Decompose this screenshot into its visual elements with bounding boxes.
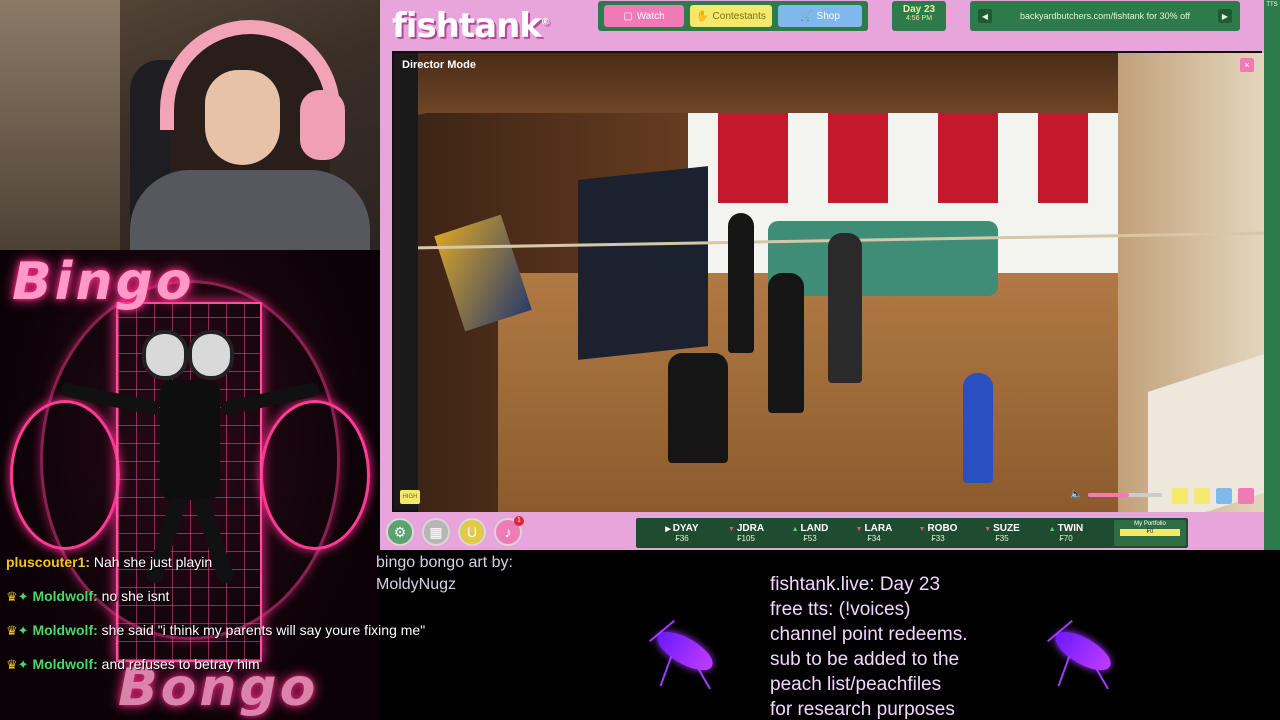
- stream-layout: Bingo Bongo fishtank® ▢ Watch ✋ Contesta…: [0, 0, 1280, 720]
- contestants-button[interactable]: ✋ Contestants: [690, 5, 772, 27]
- livestream-video[interactable]: [418, 53, 1264, 512]
- hand-icon: ✋: [696, 10, 709, 22]
- tool-buttons: ⚙ ▦ U ♪ 1: [386, 516, 524, 546]
- ticker-item[interactable]: DYAY₣36: [650, 523, 714, 543]
- chat-username: Moldwolf:: [32, 622, 98, 638]
- sparkle-icon: ✦: [17, 623, 29, 638]
- chat-username: pluscouter1:: [6, 554, 91, 570]
- bell-icon[interactable]: ♪ 1: [494, 516, 524, 546]
- fishtank-logo[interactable]: fishtank®: [392, 6, 550, 46]
- clip-icon[interactable]: [1172, 488, 1188, 504]
- webcam-background: [0, 0, 120, 250]
- day-counter: Day 23 4:56 PM: [892, 1, 946, 31]
- items-icon[interactable]: ▦: [422, 518, 450, 546]
- cockroach-icon: [1034, 610, 1130, 690]
- theater-icon[interactable]: [1238, 488, 1254, 504]
- ticker-item[interactable]: ROBO₣33: [906, 523, 970, 543]
- watch-button[interactable]: ▢ Watch: [604, 5, 684, 27]
- main-nav: ▢ Watch ✋ Contestants 🛒 Shop: [598, 1, 868, 31]
- ticker-item[interactable]: JDRA₣105: [714, 523, 778, 543]
- magnet-icon[interactable]: U: [458, 518, 486, 546]
- ticker-item[interactable]: TWIN₣70: [1034, 523, 1098, 543]
- crown-icon: ♛: [6, 589, 18, 604]
- art-credit: bingo bongo art by: MoldyNugz: [376, 554, 513, 593]
- fullscreen-icon[interactable]: [1216, 488, 1232, 504]
- bingo-title: Bingo: [12, 252, 195, 312]
- chat-text: no she isnt: [101, 588, 170, 604]
- chat-text: she said "i think my parents will say yo…: [101, 622, 426, 638]
- ticker-item[interactable]: SUZE₣35: [970, 523, 1034, 543]
- ad-text[interactable]: backyardbutchers.com/fishtank for 30% of…: [1020, 11, 1190, 21]
- stock-ticker: DYAY₣36 JDRA₣105 LAND₣53 LARA₣34 ROBO₣33…: [636, 518, 1188, 548]
- chat-message: ♛✦ Moldwolf: she said "i think my parent…: [6, 620, 446, 641]
- sparkle-icon: ✦: [17, 657, 29, 672]
- tv-icon: ▢: [623, 10, 633, 22]
- chat-username: Moldwolf:: [32, 588, 98, 604]
- chat-text: and refuses to betray him: [101, 656, 260, 672]
- ad-banner[interactable]: ◀ backyardbutchers.com/fishtank for 30% …: [970, 1, 1240, 31]
- cockroach-icon: [636, 610, 732, 690]
- ticker-item[interactable]: LAND₣53: [778, 523, 842, 543]
- portfolio-widget[interactable]: My Portfolio ₣0: [1114, 520, 1186, 546]
- quality-button[interactable]: HIGH: [400, 490, 420, 504]
- right-sidebar: TTS: [1264, 0, 1280, 550]
- webcam-feed: [0, 0, 380, 250]
- pip-icon[interactable]: [1194, 488, 1210, 504]
- dancing-figure: [59, 330, 321, 586]
- cart-icon: 🛒: [800, 10, 813, 22]
- fishtank-website: fishtank® ▢ Watch ✋ Contestants 🛒 Shop D…: [380, 0, 1280, 550]
- shop-button[interactable]: 🛒 Shop: [778, 5, 862, 27]
- notification-badge: 1: [514, 516, 524, 526]
- crown-icon: ♛: [6, 657, 18, 672]
- streamer: [130, 20, 370, 250]
- video-player[interactable]: Director Mode × HIGH 🔈: [392, 51, 1264, 512]
- sparkle-icon: ✦: [17, 589, 29, 604]
- close-icon[interactable]: ×: [1240, 58, 1254, 72]
- chat-username: Moldwolf:: [32, 656, 98, 672]
- chevron-left-icon[interactable]: ◀: [978, 9, 992, 23]
- crown-icon: ♛: [6, 623, 18, 638]
- stream-info: fishtank.live: Day 23 free tts: (!voices…: [770, 574, 968, 720]
- gear-icon[interactable]: ⚙: [386, 518, 414, 546]
- volume-slider[interactable]: [1088, 493, 1162, 497]
- chat-message: ♛✦ Moldwolf: and refuses to betray him: [6, 654, 446, 675]
- chat-text: Nah she just playin: [93, 554, 213, 570]
- ticker-item[interactable]: LARA₣34: [842, 523, 906, 543]
- chevron-right-icon[interactable]: ▶: [1217, 9, 1232, 23]
- volume-icon[interactable]: 🔈: [1070, 489, 1082, 500]
- director-mode-label: Director Mode: [402, 59, 476, 71]
